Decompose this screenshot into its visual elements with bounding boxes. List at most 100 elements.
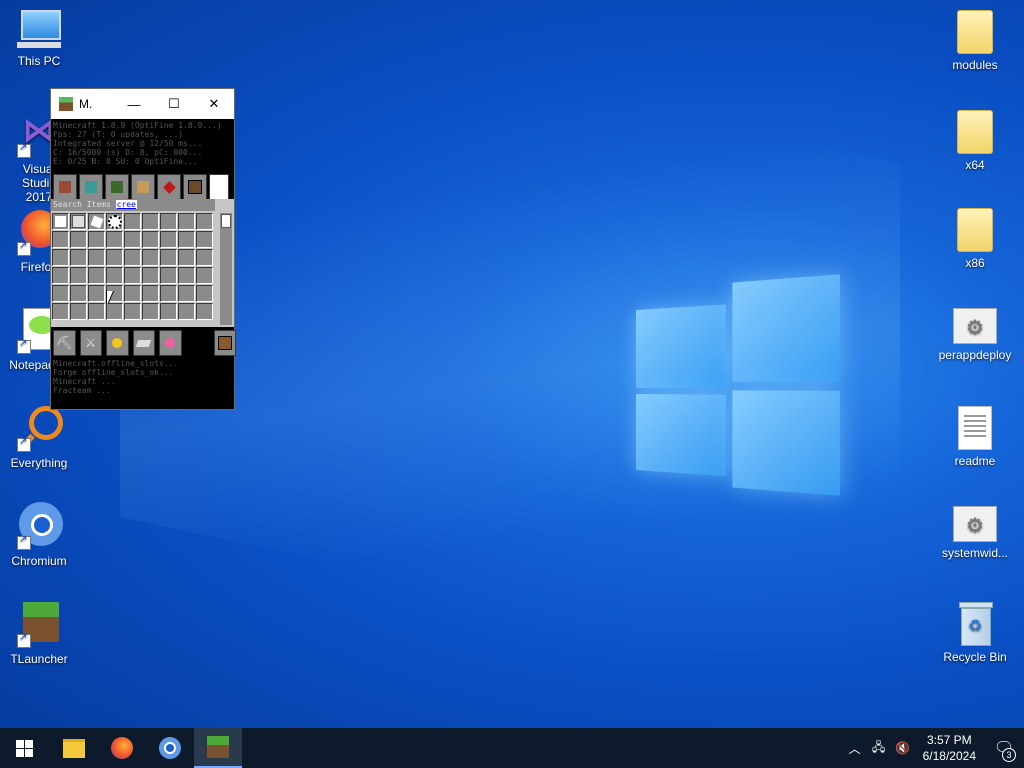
item-slot[interactable] bbox=[106, 303, 123, 320]
tab-materials[interactable] bbox=[159, 330, 182, 356]
start-button[interactable] bbox=[0, 728, 48, 768]
desktop-icon-systemwide[interactable]: ⚙ systemwid... bbox=[933, 506, 1017, 560]
item-slot[interactable] bbox=[178, 267, 195, 284]
item-slot[interactable] bbox=[160, 231, 177, 248]
item-slot[interactable] bbox=[196, 213, 213, 230]
notifications-button[interactable]: 🗨 3 bbox=[984, 738, 1024, 762]
item-slot[interactable] bbox=[178, 231, 195, 248]
tab-survival-inventory[interactable] bbox=[213, 330, 236, 356]
tab-brewing[interactable] bbox=[132, 330, 155, 356]
item-slot[interactable] bbox=[70, 213, 87, 230]
maximize-button[interactable]: ☐ bbox=[154, 89, 194, 119]
inventory-scrollbar[interactable] bbox=[220, 213, 232, 325]
item-slot[interactable] bbox=[70, 303, 87, 320]
item-slot[interactable] bbox=[142, 213, 159, 230]
item-slot[interactable] bbox=[178, 285, 195, 302]
item-slot[interactable] bbox=[160, 285, 177, 302]
item-slot[interactable] bbox=[178, 303, 195, 320]
desktop-icon-readme[interactable]: readme bbox=[933, 406, 1017, 468]
item-slot[interactable] bbox=[124, 285, 141, 302]
item-slot[interactable] bbox=[142, 285, 159, 302]
desktop-icon-chromium[interactable]: Chromium bbox=[0, 502, 81, 568]
tab-search[interactable] bbox=[183, 174, 207, 200]
item-slot[interactable] bbox=[88, 303, 105, 320]
item-slot[interactable] bbox=[160, 267, 177, 284]
taskbar-file-explorer[interactable] bbox=[50, 728, 98, 768]
volume-muted-icon[interactable]: 🔇 bbox=[891, 741, 915, 755]
scrollbar-thumb[interactable] bbox=[221, 214, 231, 228]
desktop-icon-x86[interactable]: x86 bbox=[933, 208, 1017, 270]
item-slot[interactable] bbox=[196, 267, 213, 284]
item-slot[interactable] bbox=[196, 249, 213, 266]
item-slot[interactable] bbox=[88, 213, 105, 230]
close-button[interactable]: ✕ bbox=[194, 89, 234, 119]
item-slot[interactable] bbox=[106, 267, 123, 284]
desktop-icon-recycle-bin[interactable]: ♻ Recycle Bin bbox=[933, 602, 1017, 664]
chevron-up-icon[interactable]: ︿ bbox=[843, 740, 867, 757]
item-slot[interactable] bbox=[142, 231, 159, 248]
tab-building-blocks[interactable] bbox=[53, 174, 77, 200]
taskbar-minecraft[interactable] bbox=[194, 728, 242, 768]
item-slot[interactable] bbox=[52, 231, 69, 248]
item-slot[interactable] bbox=[160, 213, 177, 230]
item-slot[interactable] bbox=[106, 231, 123, 248]
item-slot[interactable] bbox=[124, 213, 141, 230]
item-slot[interactable] bbox=[52, 303, 69, 320]
desktop-icon-tlauncher[interactable]: TLauncher bbox=[0, 600, 81, 666]
taskbar-firefox[interactable] bbox=[98, 728, 146, 768]
item-slot[interactable] bbox=[124, 267, 141, 284]
creeper-head-icon bbox=[72, 215, 85, 228]
tab-tools[interactable]: ⛏ bbox=[53, 330, 76, 356]
taskbar-chromium[interactable] bbox=[146, 728, 194, 768]
desktop-icon-x64[interactable]: x64 bbox=[933, 110, 1017, 172]
item-slot[interactable] bbox=[88, 267, 105, 284]
item-slot[interactable] bbox=[178, 249, 195, 266]
tab-search-selected[interactable] bbox=[209, 174, 229, 200]
desktop-icon-this-pc[interactable]: This PC bbox=[0, 10, 81, 68]
desktop-icon-modules[interactable]: modules bbox=[933, 10, 1017, 72]
tab-food[interactable] bbox=[106, 330, 129, 356]
search-input[interactable]: cree bbox=[115, 200, 137, 209]
item-slot[interactable] bbox=[52, 249, 69, 266]
item-slot[interactable] bbox=[88, 285, 105, 302]
item-slot[interactable] bbox=[70, 231, 87, 248]
item-slot[interactable] bbox=[160, 303, 177, 320]
item-slot[interactable] bbox=[124, 231, 141, 248]
item-slot[interactable] bbox=[70, 267, 87, 284]
item-slot[interactable] bbox=[70, 249, 87, 266]
desktop-icon-everything[interactable]: Everything bbox=[0, 404, 81, 470]
item-slot[interactable] bbox=[52, 285, 69, 302]
chat-log: Minecraft.offline_slots... Forge offline… bbox=[51, 357, 238, 411]
tab-decoration[interactable] bbox=[79, 174, 103, 200]
desktop-icon-perappdeploy[interactable]: ⚙ perappdeploy bbox=[933, 308, 1017, 362]
item-slot[interactable] bbox=[52, 267, 69, 284]
network-icon[interactable]: 🖧 bbox=[867, 738, 891, 759]
item-slot[interactable] bbox=[106, 249, 123, 266]
window-titlebar[interactable]: M. — ☐ ✕ bbox=[51, 89, 234, 119]
item-slot[interactable] bbox=[124, 249, 141, 266]
item-slot[interactable] bbox=[106, 213, 123, 230]
item-slot[interactable] bbox=[52, 213, 69, 230]
item-slot[interactable] bbox=[88, 231, 105, 248]
item-slot[interactable] bbox=[142, 267, 159, 284]
tab-transportation[interactable] bbox=[131, 174, 155, 200]
minimize-button[interactable]: — bbox=[114, 89, 154, 119]
tab-misc[interactable] bbox=[157, 174, 181, 200]
tab-redstone[interactable] bbox=[105, 174, 129, 200]
item-slot[interactable] bbox=[196, 285, 213, 302]
item-slot[interactable] bbox=[142, 249, 159, 266]
item-slot[interactable] bbox=[70, 285, 87, 302]
prismarine-block-icon bbox=[85, 181, 97, 193]
item-slot[interactable] bbox=[88, 249, 105, 266]
minecraft-window[interactable]: M. — ☐ ✕ Minecraft 1.8.9 (OptiFine 1.8.9… bbox=[50, 88, 238, 411]
item-slot[interactable] bbox=[142, 303, 159, 320]
clock[interactable]: 3:57 PM 6/18/2024 bbox=[923, 732, 976, 764]
item-slot[interactable] bbox=[178, 213, 195, 230]
tab-combat[interactable]: ⚔ bbox=[79, 330, 102, 356]
item-slot[interactable] bbox=[196, 231, 213, 248]
item-slot[interactable] bbox=[196, 303, 213, 320]
search-bar[interactable]: Search Items cree bbox=[51, 199, 215, 211]
item-slot[interactable] bbox=[124, 303, 141, 320]
grass-block-icon bbox=[207, 736, 229, 758]
item-slot[interactable] bbox=[160, 249, 177, 266]
